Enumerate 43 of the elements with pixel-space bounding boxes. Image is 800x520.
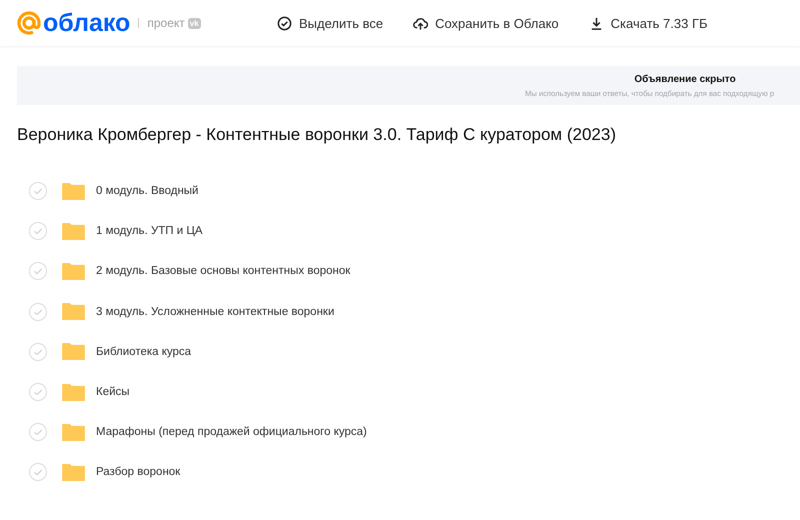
tick-icon bbox=[34, 188, 42, 194]
checkbox[interactable] bbox=[29, 262, 47, 280]
folder-name[interactable]: Марафоны (перед продажей официального курса) bbox=[96, 426, 367, 438]
folder-icon bbox=[62, 302, 85, 322]
logo-text[interactable]: облако bbox=[43, 10, 130, 36]
folder-title: Вероника Кромбергер - Контентные воронки 3.0. Тариф С куратором (2023) bbox=[17, 125, 617, 145]
folder-icon bbox=[62, 382, 85, 402]
toolbar-button[interactable]: Выделить все bbox=[267, 12, 394, 34]
check-circle-icon bbox=[277, 16, 292, 30]
ad-title: Объявление скрыто bbox=[633, 74, 737, 84]
checkbox[interactable] bbox=[29, 342, 47, 361]
checkbox[interactable] bbox=[29, 182, 47, 200]
checkbox[interactable] bbox=[29, 383, 47, 402]
folder-icon bbox=[62, 462, 85, 482]
at-logo-icon bbox=[17, 11, 41, 35]
folder-name[interactable]: 3 модуль. Усложненные контектные воронки bbox=[96, 306, 334, 318]
folder-name[interactable]: 0 модуль. Вводный bbox=[96, 185, 198, 198]
checkbox[interactable] bbox=[29, 302, 47, 321]
folder-icon bbox=[62, 262, 85, 281]
project-label: проект bbox=[147, 16, 185, 30]
cloud-upload-icon bbox=[413, 16, 428, 30]
folder-name[interactable]: Кейсы bbox=[96, 386, 130, 398]
tick-icon bbox=[34, 388, 42, 396]
vk-badge: vk bbox=[188, 18, 201, 28]
checkbox[interactable] bbox=[29, 222, 47, 240]
toolbar-button[interactable]: Сохранить в Облако bbox=[403, 12, 569, 34]
folder-icon bbox=[62, 422, 85, 442]
tick-icon bbox=[34, 268, 42, 275]
folder-icon bbox=[62, 222, 85, 241]
tick-icon bbox=[34, 429, 42, 436]
toolbar-button[interactable]: Скачать 7.33 ГБ bbox=[578, 12, 718, 34]
folder-icon bbox=[62, 182, 85, 201]
folder-name[interactable]: 2 модуль. Базовые основы контентных воронок bbox=[96, 265, 350, 278]
checkbox[interactable] bbox=[29, 423, 47, 442]
folder-name[interactable]: 1 модуль. УТП и ЦА bbox=[96, 225, 203, 238]
tick-icon bbox=[34, 228, 42, 234]
checkbox[interactable] bbox=[29, 463, 47, 482]
tick-icon bbox=[34, 308, 42, 315]
folder-name[interactable]: Библиотека курса bbox=[96, 346, 192, 358]
tick-icon bbox=[34, 469, 42, 476]
folder-name[interactable]: Разбор воронок bbox=[96, 466, 180, 478]
folder-icon bbox=[62, 342, 85, 362]
tick-icon bbox=[34, 348, 42, 355]
